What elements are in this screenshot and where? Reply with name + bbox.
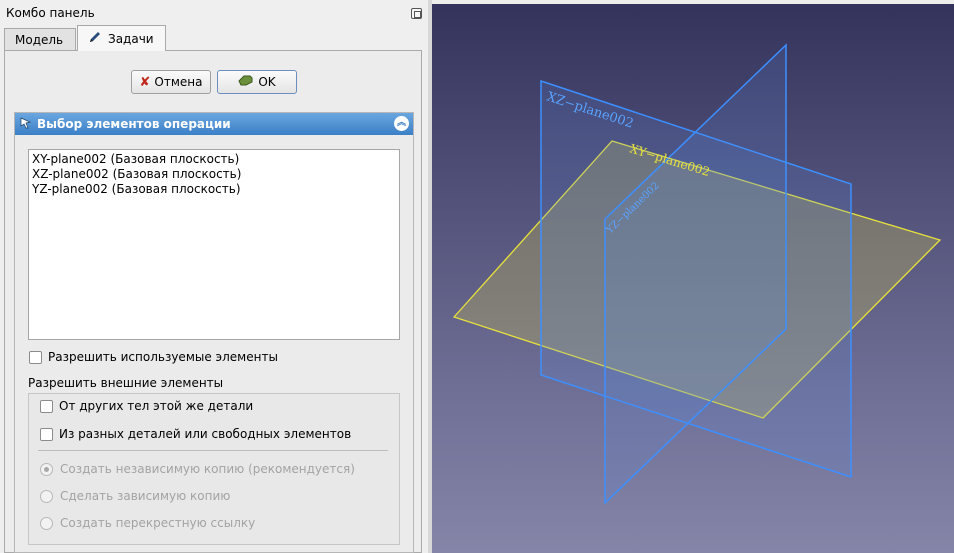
cancel-icon: ✘ — [139, 74, 151, 90]
taskbox-title: Выбор элементов операции — [37, 117, 231, 131]
float-panel-icon[interactable] — [411, 8, 422, 19]
cancel-label: Отмена — [154, 75, 203, 89]
panel-title: Комбо панель — [6, 6, 95, 20]
dependent-copy-radio[interactable] — [40, 489, 53, 503]
tab-tasks[interactable]: Задачи — [77, 25, 166, 51]
same-body-label: От других тел этой же детали — [59, 399, 254, 413]
allow-used-checkbox[interactable] — [29, 350, 42, 364]
taskbox-header[interactable]: Выбор элементов операции ︽ — [15, 113, 413, 135]
cross-reference-radio-row[interactable]: Создать перекрестную ссылку — [40, 516, 255, 530]
different-parts-checkbox-row[interactable]: Из разных деталей или свободных элементо… — [40, 427, 351, 441]
independent-copy-label: Создать независимую копию (рекомендуется… — [60, 462, 355, 476]
dependent-copy-radio-row[interactable]: Сделать зависимую копию — [40, 489, 230, 503]
tab-model-label: Модель — [15, 33, 64, 47]
list-item[interactable]: XZ-plane002 (Базовая плоскость) — [32, 167, 396, 182]
different-parts-label: Из разных деталей или свободных элементо… — [59, 427, 352, 441]
same-body-checkbox[interactable] — [40, 399, 53, 413]
ok-label: OK — [258, 75, 276, 89]
allow-used-label: Разрешить используемые элементы — [48, 350, 278, 364]
dependent-copy-label: Сделать зависимую копию — [60, 489, 231, 503]
tab-model[interactable]: Модель — [4, 28, 76, 51]
pencil-icon — [88, 30, 102, 47]
independent-copy-radio-row[interactable]: Создать независимую копию (рекомендуется… — [40, 462, 355, 476]
collapse-icon[interactable]: ︽ — [394, 116, 409, 131]
cursor-select-icon — [20, 117, 32, 132]
independent-copy-radio[interactable] — [40, 462, 53, 476]
different-parts-checkbox[interactable] — [40, 427, 53, 441]
cancel-button[interactable]: ✘ Отмена — [131, 70, 211, 94]
group-separator — [38, 450, 388, 451]
same-body-checkbox-row[interactable]: От других тел этой же детали — [40, 399, 253, 413]
list-item[interactable]: YZ-plane002 (Базовая плоскость) — [32, 182, 396, 197]
cross-reference-label: Создать перекрестную ссылку — [60, 516, 256, 530]
combo-panel: Комбо панель Модель Задачи ✘ Отмена OK В… — [0, 0, 428, 553]
3d-viewport[interactable]: XZ−plane002 XY−plane002 YZ−plane002 — [432, 4, 954, 553]
cross-reference-radio[interactable] — [40, 516, 53, 530]
allow-used-checkbox-row[interactable]: Разрешить используемые элементы — [29, 350, 278, 364]
ok-button[interactable]: OK — [217, 70, 297, 94]
tab-tasks-label: Задачи — [108, 31, 154, 46]
external-elements-label: Разрешить внешние элементы — [28, 376, 224, 390]
ok-icon — [238, 73, 254, 91]
list-item[interactable]: XY-plane002 (Базовая плоскость) — [32, 152, 396, 167]
selected-elements-list[interactable]: XY-plane002 (Базовая плоскость) XZ-plane… — [28, 149, 400, 340]
